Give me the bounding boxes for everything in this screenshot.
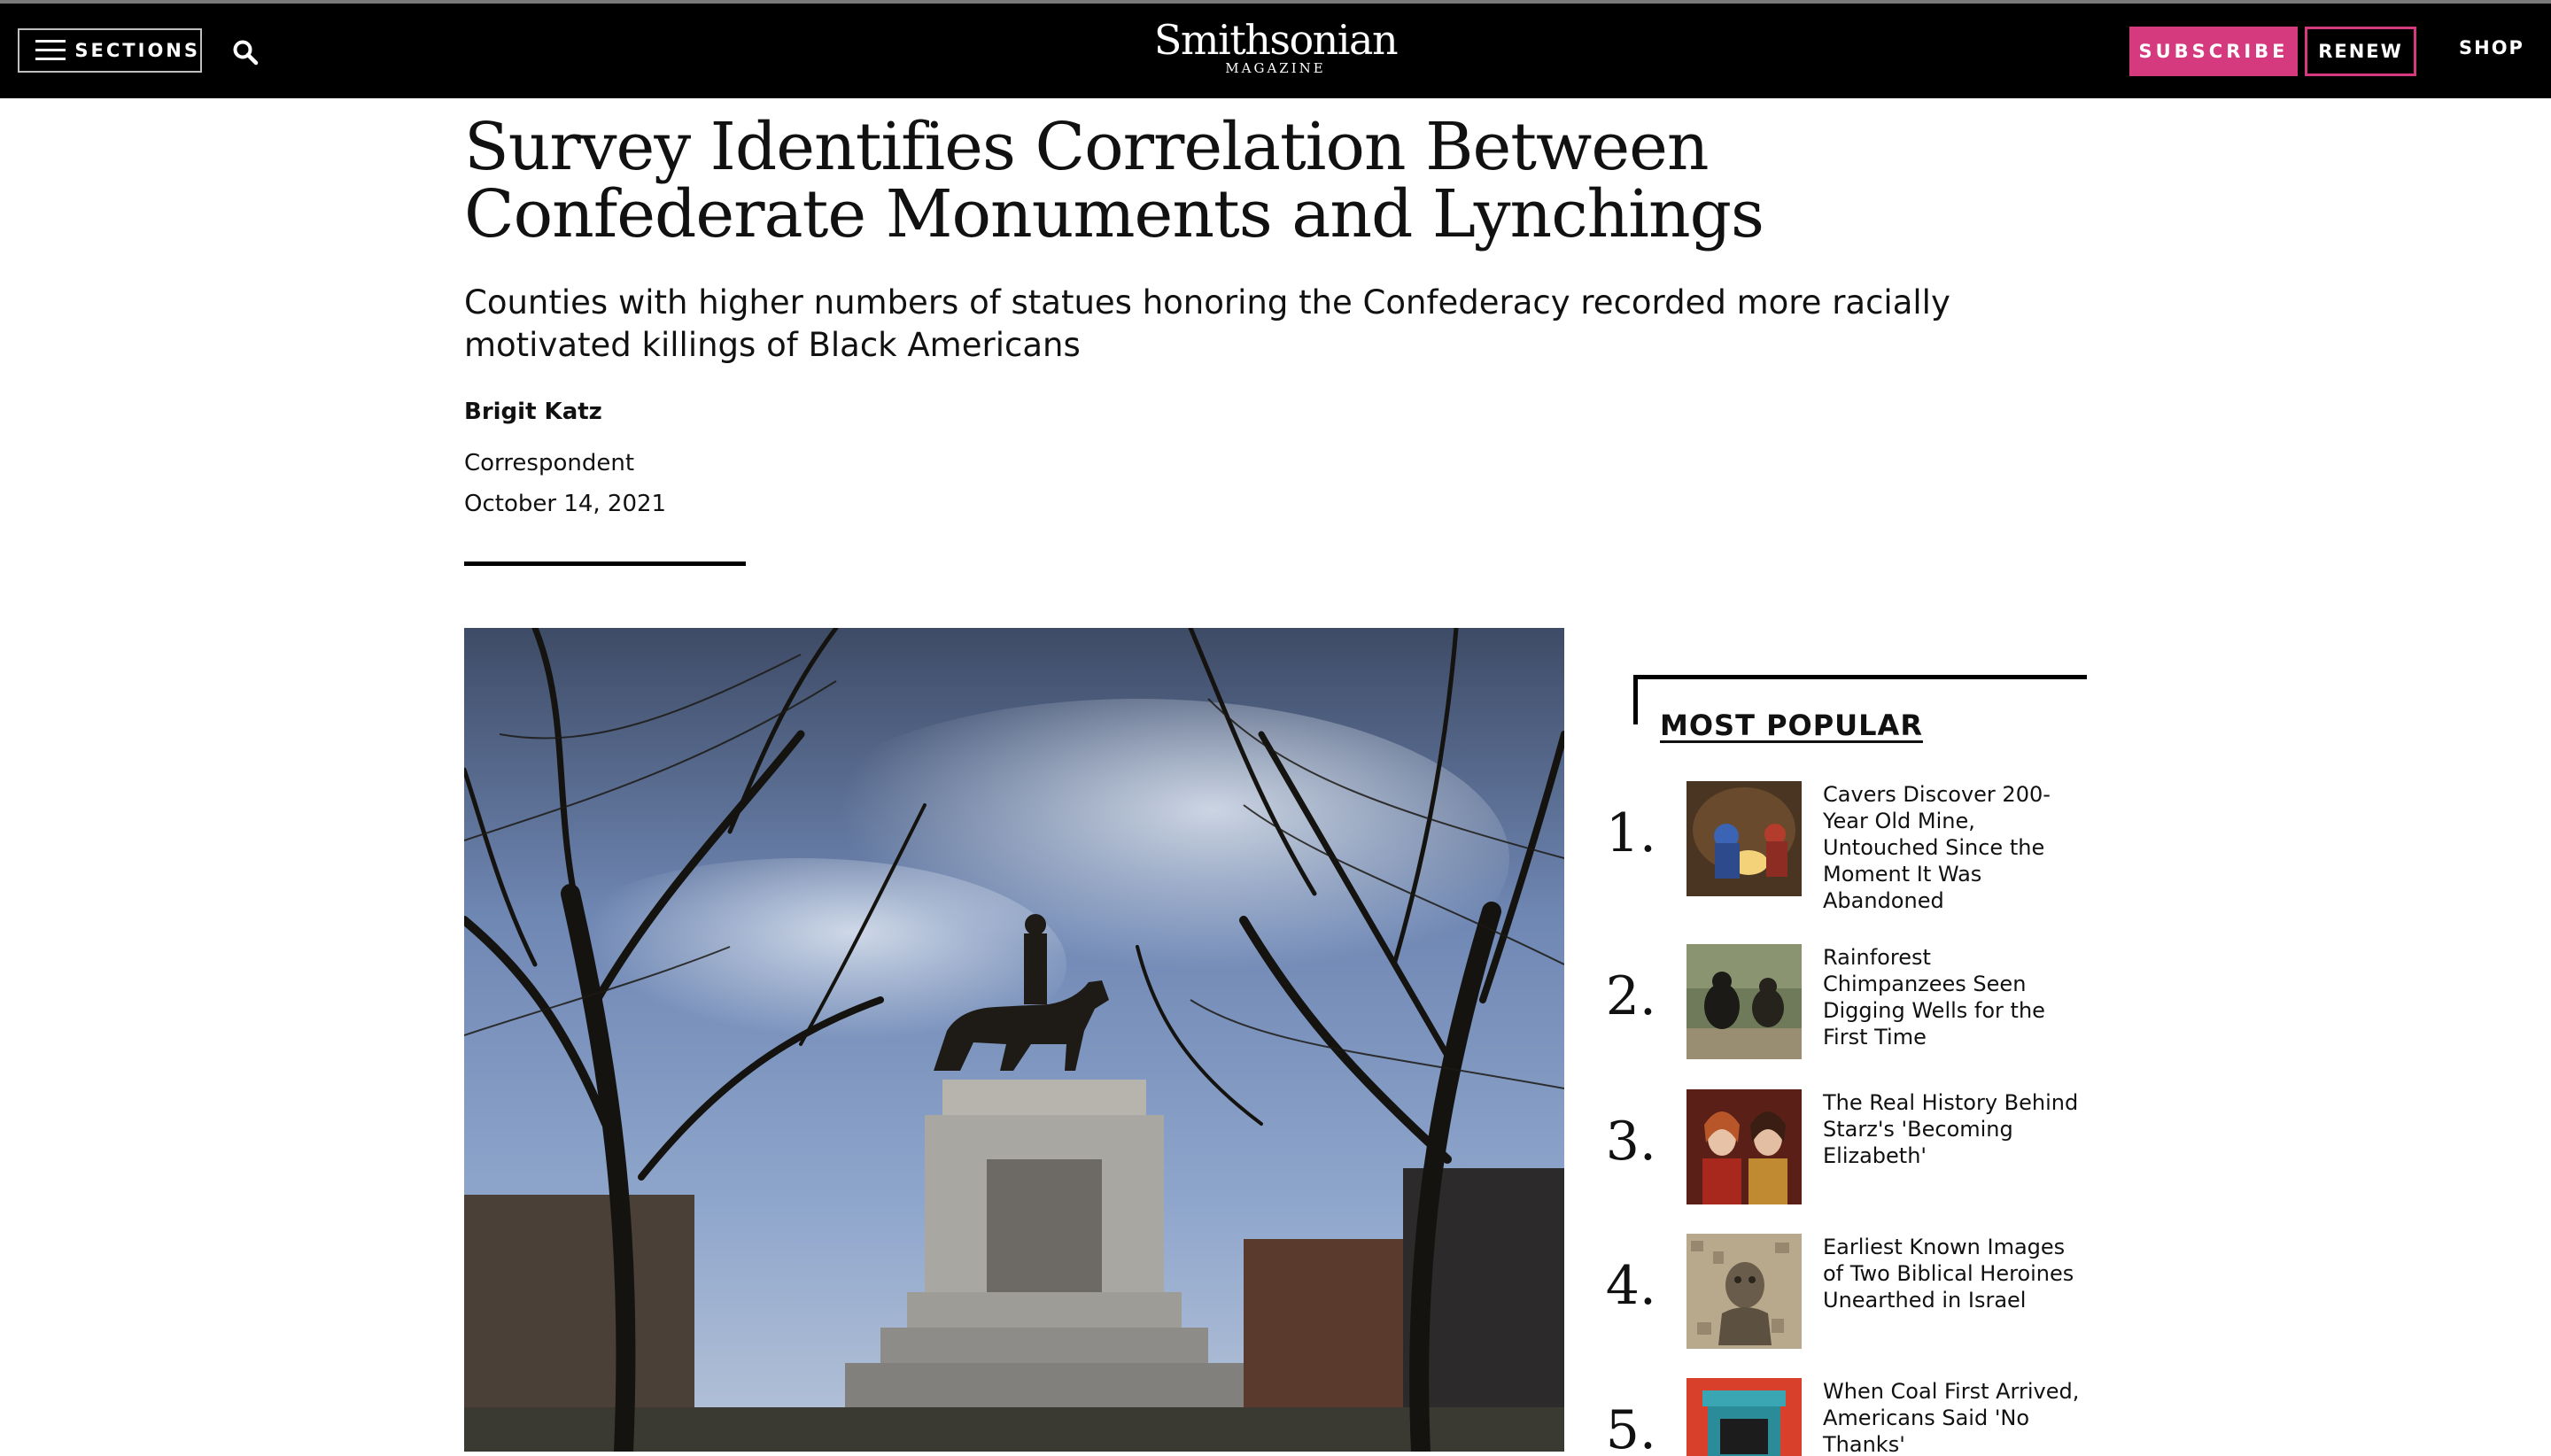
logo-wordmark: Smithsonian	[1153, 16, 1399, 64]
popular-thumbnail-elizabeth[interactable]	[1686, 1089, 1802, 1204]
popular-rank: 5.	[1605, 1399, 1656, 1456]
publish-date: October 14, 2021	[464, 491, 667, 517]
popular-rank: 3.	[1605, 1111, 1656, 1173]
header-top-line	[0, 0, 2551, 4]
article-subheadline: Counties with higher numbers of statues …	[464, 283, 1950, 364]
author-name[interactable]: Brigit Katz	[464, 399, 602, 425]
popular-item-5[interactable]: 5. When Coal First Arrived, Americans Sa…	[1603, 1378, 2087, 1456]
popular-rank: 1.	[1605, 802, 1656, 864]
popular-title[interactable]: The Real History Behind Starz's 'Becomin…	[1823, 1089, 2080, 1169]
monument-photo-illustration	[464, 628, 1564, 1452]
search-icon[interactable]	[232, 39, 259, 66]
subscribe-button[interactable]: SUBSCRIBE	[2129, 27, 2298, 76]
popular-item-1[interactable]: 1. Cavers Discover 200-Year Old Mine, Un…	[1603, 781, 2087, 914]
popular-thumbnail-chimpanzees[interactable]	[1686, 944, 1802, 1059]
popular-title[interactable]: Rainforest Chimpanzees Seen Digging Well…	[1823, 944, 2080, 1050]
popular-title[interactable]: When Coal First Arrived, Americans Said …	[1823, 1378, 2080, 1456]
popular-thumbnail-mine[interactable]	[1686, 781, 1802, 896]
popular-frame-left	[1633, 675, 1638, 724]
renew-button[interactable]: RENEW	[2305, 27, 2416, 76]
hero-image	[464, 628, 1564, 1452]
popular-rank: 2.	[1605, 965, 1656, 1027]
popular-item-2[interactable]: 2. Rainforest Chimpanzees Seen Digging W…	[1603, 944, 2087, 1077]
popular-title[interactable]: Cavers Discover 200-Year Old Mine, Untou…	[1823, 781, 2080, 914]
popular-title[interactable]: Earliest Known Images of Two Biblical He…	[1823, 1234, 2080, 1313]
popular-item-4[interactable]: 4. Earliest Known Images of Two Biblical…	[1603, 1234, 2087, 1367]
sections-menu-button[interactable]: SECTIONS	[18, 28, 202, 73]
site-header: SECTIONS Smithsonian MAGAZINE SUBSCRIBE …	[0, 0, 2551, 98]
article-headline: Survey Identifies Correlation Between Co…	[464, 109, 1764, 252]
popular-rank: 4.	[1605, 1255, 1656, 1317]
shop-link[interactable]: SHOP	[2459, 37, 2524, 58]
popular-item-3[interactable]: 3. The Real History Behind Starz's 'Beco…	[1603, 1089, 2087, 1222]
most-popular-heading[interactable]: MOST POPULAR	[1660, 709, 1923, 742]
hamburger-icon	[35, 40, 66, 61]
sections-label: SECTIONS	[74, 40, 200, 61]
popular-frame-top	[1633, 675, 2087, 679]
popular-thumbnail-mosaic[interactable]	[1686, 1234, 1802, 1349]
byline-divider	[464, 561, 746, 566]
smithsonian-logo[interactable]: Smithsonian MAGAZINE	[1134, 18, 1417, 81]
author-role: Correspondent	[464, 450, 635, 476]
popular-thumbnail-coal[interactable]	[1686, 1378, 1802, 1456]
